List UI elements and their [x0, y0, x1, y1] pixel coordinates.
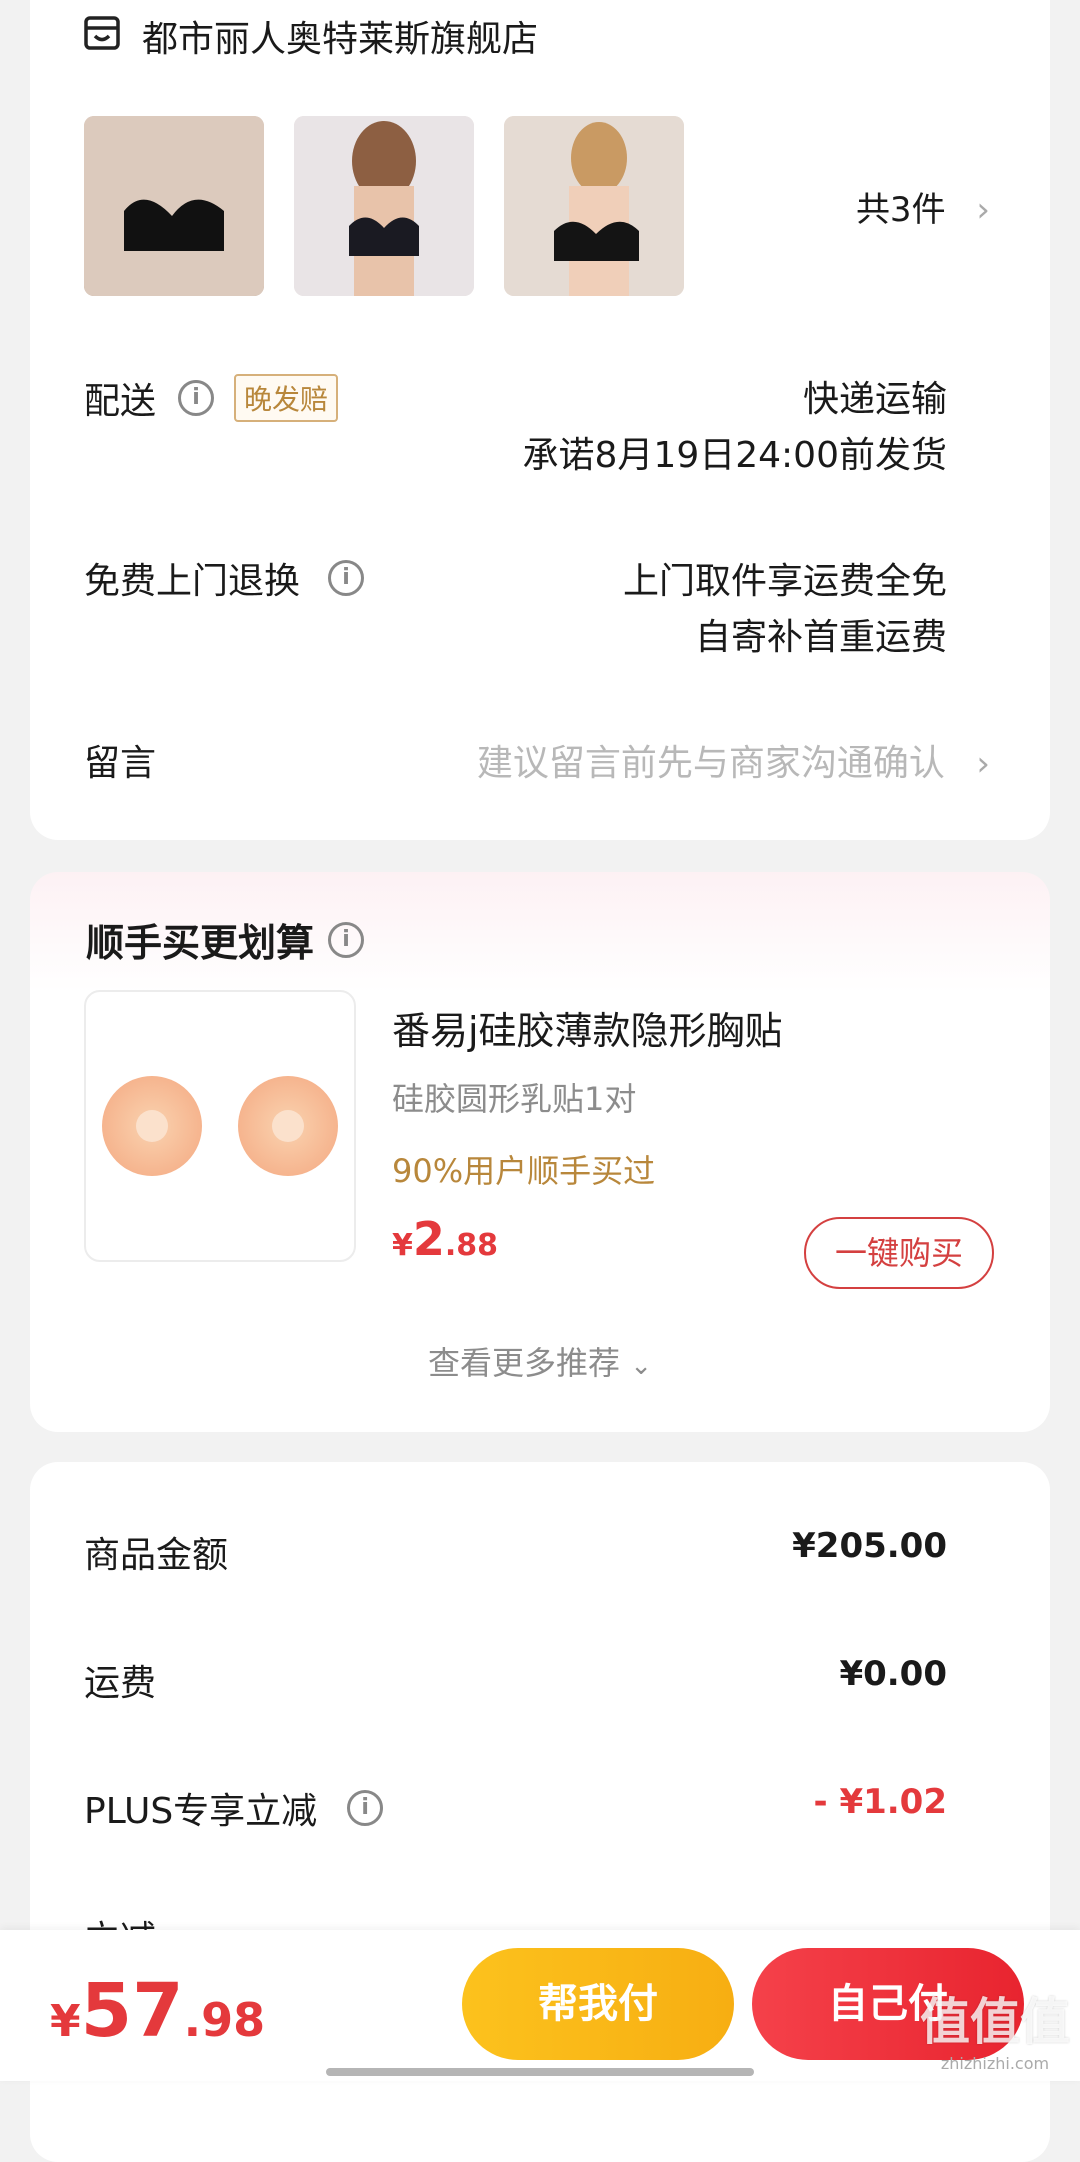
plus-discount-row-label: PLUS专享立减 i	[84, 1782, 384, 1834]
returns-line1: 上门取件享运费全免	[622, 561, 947, 602]
watermark-url: zhizhizhi.com	[940, 2054, 1050, 2073]
addon-product-spec: 硅胶圆形乳贴1对	[392, 1080, 637, 1118]
store-name[interactable]: 都市丽人奥特莱斯旗舰店	[142, 10, 538, 62]
products-count: 共3件	[855, 190, 946, 230]
one-click-buy-button[interactable]: 一键购买	[804, 1217, 994, 1289]
delivery-row-label: 配送 i 晚发赔	[84, 372, 339, 424]
goods-amount-label: 商品金额	[84, 1535, 229, 1576]
addon-card: 顺手买更划算 i 番易j硅胶薄款隐形胸贴 硅胶圆形乳贴1对 90%用户顺手买过 …	[30, 872, 1050, 1432]
delivery-method: 快递运输	[802, 379, 947, 420]
addon-price: ¥2.88	[392, 1212, 498, 1266]
late-compensation-badge: 晚发赔	[234, 374, 339, 422]
delivery-promise: 承诺8月19日24:00前发货	[522, 435, 947, 476]
checkout-bar: ¥57.98 帮我付 自己付 值值值 zhizhizhi.com	[0, 1930, 1080, 2081]
total-int: 57	[80, 1968, 184, 2054]
plus-discount-label: PLUS专享立减	[84, 1791, 318, 1832]
info-icon[interactable]: i	[178, 380, 215, 416]
message-placeholder: 建议留言前先与商家沟通确认	[476, 743, 945, 784]
addon-product-image[interactable]	[84, 990, 356, 1262]
watermark-logo: 值值值	[920, 1993, 1070, 2051]
total-symbol: ¥	[50, 1996, 81, 2047]
addon-product-title[interactable]: 番易j硅胶薄款隐形胸贴	[392, 1000, 783, 1055]
goods-amount-value: ¥205.00	[792, 1526, 947, 1566]
shipping-fee-label: 运费	[84, 1663, 157, 1704]
plus-discount-value: - ¥1.02	[813, 1782, 948, 1822]
message-label: 留言	[84, 743, 157, 784]
price-int: 2	[412, 1212, 445, 1266]
help-me-pay-button[interactable]: 帮我付	[462, 1948, 734, 2060]
message-field[interactable]: 建议留言前先与商家沟通确认 ›	[477, 734, 990, 786]
chevron-right-icon: ›	[976, 190, 990, 230]
price-dec: .88	[444, 1228, 499, 1263]
addon-header: 顺手买更划算 i	[86, 912, 365, 967]
see-more-link[interactable]: 查看更多推荐 ⌄	[30, 1338, 1050, 1384]
delivery-label: 配送	[84, 381, 157, 422]
returns-label: 免费上门退换	[84, 561, 301, 602]
product-thumb-1[interactable]	[84, 116, 264, 296]
total-price: ¥57.98	[50, 1968, 265, 2054]
products-count-link[interactable]: 共3件 ›	[856, 182, 990, 231]
chevron-down-icon: ⌄	[630, 1351, 652, 1381]
info-icon[interactable]: i	[347, 1790, 384, 1826]
addon-title: 顺手买更划算	[86, 921, 315, 965]
watermark: 值值值 zhizhizhi.com	[920, 1982, 1070, 2073]
home-indicator	[326, 2068, 754, 2076]
total-dec: .98	[183, 1993, 266, 2047]
chevron-right-icon: ›	[976, 744, 990, 784]
product-thumb-3[interactable]	[504, 116, 684, 296]
returns-line2: 自寄补首重运费	[694, 617, 947, 658]
price-symbol: ¥	[392, 1228, 413, 1263]
info-icon[interactable]: i	[328, 921, 365, 958]
addon-social-proof: 90%用户顺手买过	[392, 1152, 656, 1190]
see-more-label: 查看更多推荐	[428, 1344, 621, 1382]
order-card: 都市丽人奥特莱斯旗舰店 共3件 › 配送 i 晚发赔 快递运输 承诺8月19日2…	[30, 0, 1050, 840]
shipping-fee-value: ¥0.00	[839, 1654, 947, 1694]
store-icon	[84, 16, 120, 50]
returns-row-label: 免费上门退换 i	[84, 552, 365, 604]
info-icon[interactable]: i	[328, 560, 365, 596]
product-thumb-2[interactable]	[294, 116, 474, 296]
